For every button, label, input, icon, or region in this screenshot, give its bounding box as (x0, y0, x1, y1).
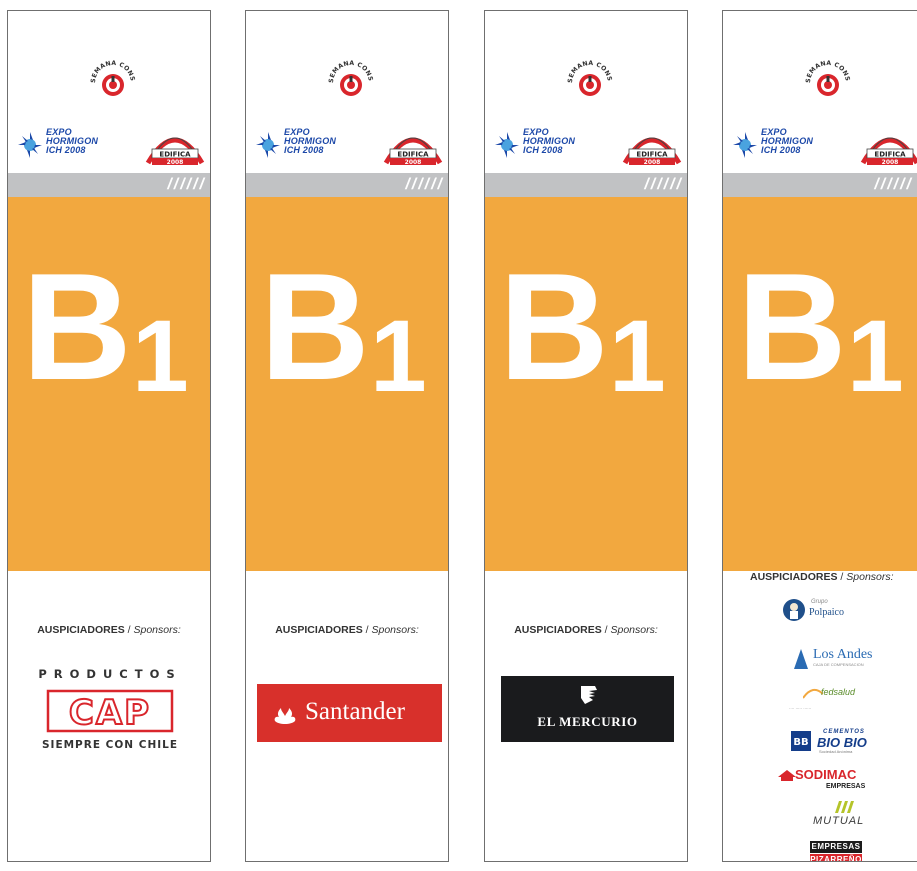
expo-hormigon-logo: EXPO HORMIGON ICH 2008 (493, 124, 593, 164)
bio-bio-sub: Sociedad Anónima (819, 749, 853, 754)
stripe-slashes: ////// (405, 176, 444, 193)
expo-line-3: ICH 2008 (523, 145, 563, 155)
pizarreno-top: EMPRESAS (810, 841, 862, 853)
el-mercurio-logo: EL MERCURIO (501, 676, 674, 742)
expo-line-3: ICH 2008 (761, 145, 801, 155)
grey-stripe: ////// (246, 173, 448, 197)
santander-flame-icon (274, 701, 296, 724)
stripe-slashes: ////// (874, 176, 913, 193)
banner-multi-sponsor: SEMANA CONSTRUCCION EXPO HORMIGON ICH 20… (722, 10, 917, 862)
mutual-name: MUTUAL (813, 815, 865, 827)
mercurio-head-icon (581, 686, 597, 704)
panel-letter: B (22, 242, 132, 412)
expo-hormigon-logo: EXPO HORMIGON ICH 2008 (254, 124, 354, 164)
sponsors-heading: AUSPICIADORES / Sponsors: (37, 624, 181, 636)
sponsors-heading: AUSPICIADORES / Sponsors: (514, 624, 658, 636)
cap-bottom-text: SIEMPRE CON CHILE (41, 739, 179, 751)
semana-construccion-seal-icon: SEMANA CONSTRUCCION (321, 51, 381, 111)
panel-letter: B (737, 242, 847, 412)
panel-number: 1 (609, 299, 666, 413)
edifica-label: EDIFICA (397, 151, 429, 159)
expo-line-3: ICH 2008 (46, 145, 86, 155)
fedsalud-swoosh-icon (803, 688, 823, 699)
semana-construccion-seal-icon: SEMANA CONSTRUCCION (798, 51, 858, 111)
santander-name: Santander (305, 698, 405, 725)
stripe-slashes: ////// (644, 176, 683, 193)
panel-number: 1 (132, 299, 189, 413)
sodimac-house-icon (778, 770, 796, 781)
svg-text:BB: BB (793, 737, 808, 748)
fedsalud-name: fedsalud (821, 687, 856, 697)
edifica-year: 2008 (644, 159, 661, 166)
edifica-logo: EDIFICA 2008 (144, 123, 206, 167)
panel-letter: B (499, 242, 609, 412)
cap-logo: PRODUCTOS CAP SIEMPRE CON CHILE (28, 667, 192, 767)
banner-el-mercurio: SEMANA CONSTRUCCION EXPO HORMIGON ICH 20… (484, 10, 688, 862)
pizarreno-name: PIZARREÑO (810, 854, 862, 861)
expo-hormigon-logo: EXPO HORMIGON ICH 2008 (731, 124, 831, 164)
fedsalud-members: ···· ····· ······ (789, 706, 812, 711)
panel-number: 1 (847, 299, 904, 413)
edifica-logo: EDIFICA 2008 (621, 123, 683, 167)
polpaico-name: Polpaico (809, 607, 844, 618)
los-andes-tag: CAJA DE COMPENSACION (813, 662, 864, 667)
grey-stripe: ////// (485, 173, 687, 197)
banner-cap: SEMANA CONSTRUCCION EXPO HORMIGON ICH 20… (7, 10, 211, 862)
los-andes-name: Los Andes (813, 647, 873, 662)
grey-stripe: ////// (723, 173, 917, 197)
edifica-year: 2008 (167, 159, 184, 166)
edifica-label: EDIFICA (874, 151, 906, 159)
edifica-logo: EDIFICA 2008 (382, 123, 444, 167)
cap-mark-icon: CAP (46, 689, 174, 733)
stripe-slashes: ////// (167, 176, 206, 193)
orange-panel: B 1 (8, 197, 210, 571)
edifica-logo: EDIFICA 2008 (859, 123, 917, 167)
banner-santander: SEMANA CONSTRUCCION EXPO HORMIGON ICH 20… (245, 10, 449, 862)
sponsors-heading: AUSPICIADORES / Sponsors: (750, 571, 894, 583)
expo-hormigon-icon (733, 132, 757, 158)
expo-hormigon-icon (495, 132, 519, 158)
sponsors-heading: AUSPICIADORES / Sponsors: (275, 624, 419, 636)
mutual-mark-icon (835, 801, 854, 813)
santander-logo: Santander (257, 684, 442, 742)
orange-panel: B 1 (723, 197, 917, 571)
expo-hormigon-icon (18, 132, 42, 158)
edifica-label: EDIFICA (159, 151, 191, 159)
svg-text:CAP: CAP (69, 693, 151, 733)
los-andes-icon (794, 649, 808, 669)
edifica-label: EDIFICA (636, 151, 668, 159)
panel-letter: B (260, 242, 370, 412)
semana-construccion-seal-icon: SEMANA CONSTRUCCION (560, 51, 620, 111)
grey-stripe: ////// (8, 173, 210, 197)
panel-number: 1 (370, 299, 427, 413)
expo-hormigon-icon (256, 132, 280, 158)
sodimac-sub: EMPRESAS (826, 783, 866, 790)
bio-bio-name: BIO BIO (817, 735, 867, 750)
el-mercurio-name: EL MERCURIO (537, 714, 638, 729)
cap-top-text: PRODUCTOS (38, 667, 182, 681)
orange-panel: B 1 (246, 197, 448, 571)
sodimac-name: SODIMAC (795, 767, 857, 782)
polpaico-worker-icon (783, 599, 805, 621)
edifica-year: 2008 (405, 159, 422, 166)
expo-hormigon-logo: EXPO HORMIGON ICH 2008 (16, 124, 116, 164)
orange-panel: B 1 (485, 197, 687, 571)
polpaico-group: Grupo (811, 599, 828, 605)
semana-construccion-seal-icon: SEMANA CONSTRUCCION (83, 51, 143, 111)
bio-bio-icon: BB (791, 731, 811, 751)
expo-line-3: ICH 2008 (284, 145, 324, 155)
edifica-year: 2008 (882, 159, 899, 166)
